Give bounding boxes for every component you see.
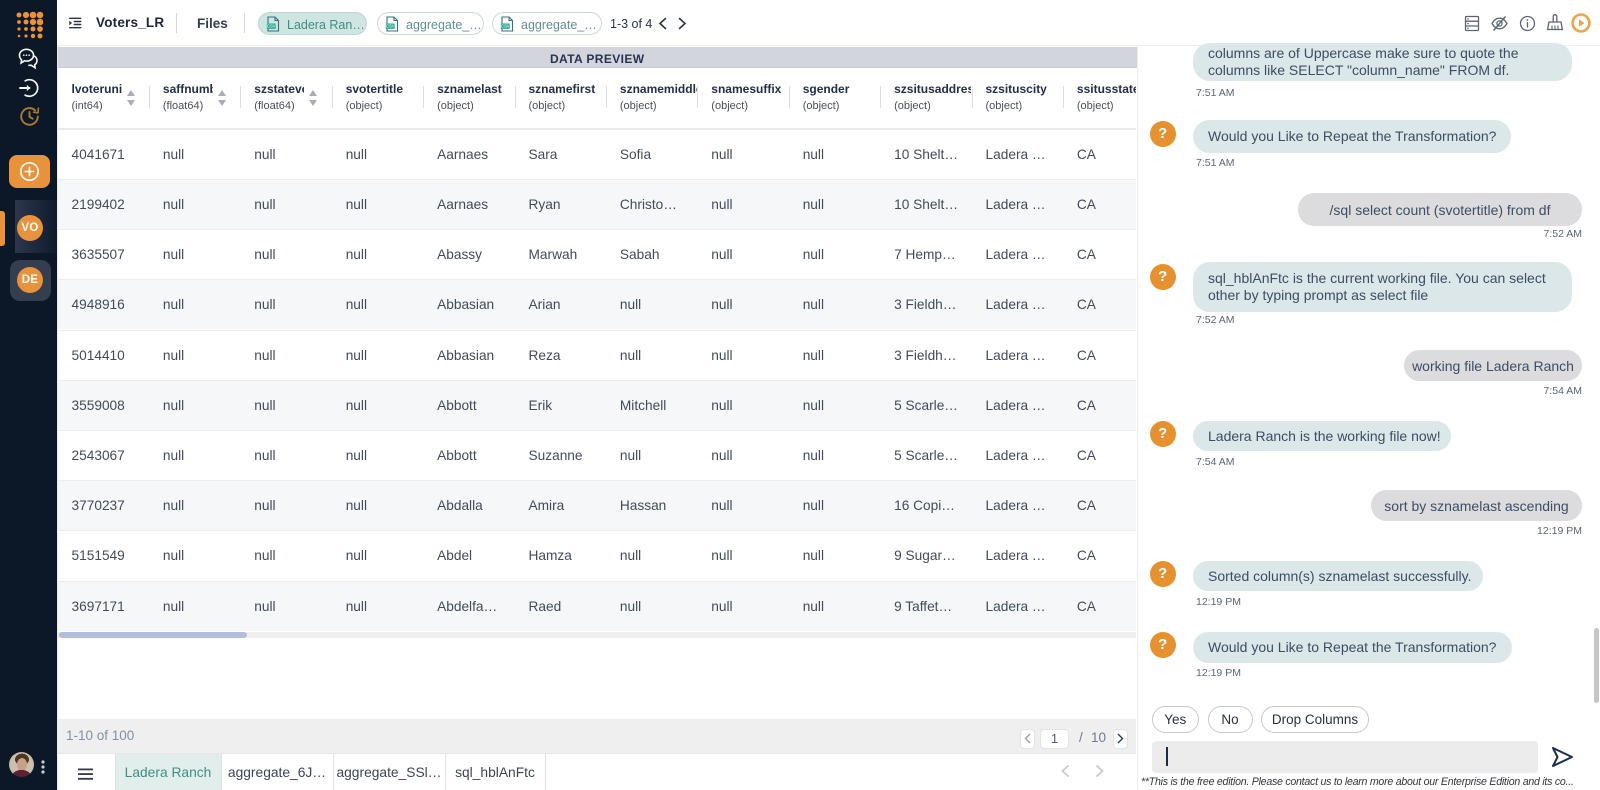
svg-text:CSV: CSV [267,24,276,29]
svg-text:CSV: CSV [501,24,510,29]
svg-text:CSV: CSV [386,24,395,29]
